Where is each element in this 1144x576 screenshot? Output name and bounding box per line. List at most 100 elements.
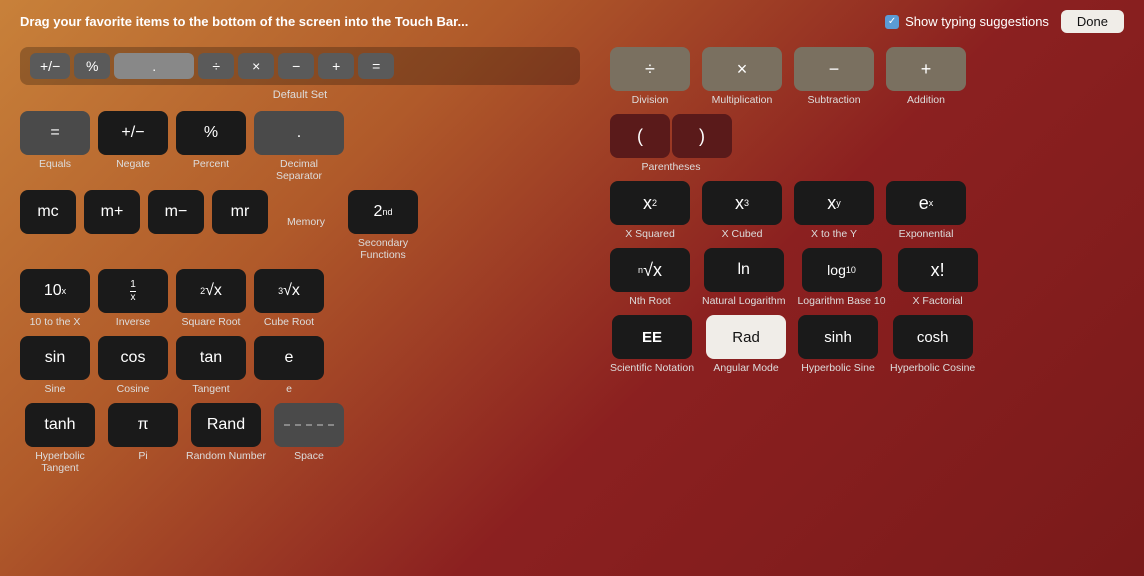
done-button[interactable]: Done [1061,10,1124,33]
ds-toggle-btn[interactable]: +/− [30,53,70,79]
parentheses-group: ( ) Parentheses [610,114,732,173]
left-paren-btn[interactable]: ( [610,114,670,158]
nthroot-btn[interactable]: n√x [610,248,690,292]
xsq-label: X Squared [625,228,675,240]
left-panel: +/− % . ÷ × − + = Default Set = Equals +… [20,47,580,482]
item-division: ÷ Division [610,47,690,106]
show-typing-label[interactable]: Show typing suggestions [885,14,1049,29]
item-xy: xy X to the Y [794,181,874,240]
pi-btn[interactable]: π [108,403,178,447]
ds-decimal-btn[interactable]: . [114,53,194,79]
header: Drag your favorite items to the bottom o… [0,0,1144,39]
main-content: +/− % . ÷ × − + = Default Set = Equals +… [0,39,1144,490]
xy-btn[interactable]: xy [794,181,874,225]
xcubed-label: X Cubed [722,228,763,240]
item-ee: EE Scientific Notation [610,315,694,374]
row-hyp2: tanh Hyperbolic Tangent π Pi Rand Random… [20,403,580,474]
inverse-label: Inverse [116,316,150,328]
ee-btn[interactable]: EE [612,315,692,359]
right-paren-btn[interactable]: ) [672,114,732,158]
cbrt-btn[interactable]: 3√x [254,269,324,313]
rad-label: Angular Mode [713,362,778,374]
item-addition: + Addition [886,47,966,106]
tan-btn[interactable]: tan [176,336,246,380]
10x-label: 10 to the X [30,316,81,328]
ds-percent-btn[interactable]: % [74,53,110,79]
item-10x: 10x 10 to the X [20,269,90,328]
log10-btn[interactable]: log10 [802,248,882,292]
ds-divide-btn[interactable]: ÷ [198,53,234,79]
cosh-btn[interactable]: cosh [893,315,973,359]
negate-btn[interactable]: +/− [98,111,168,155]
secondary-label: Secondary Functions [353,237,413,261]
division-btn[interactable]: ÷ [610,47,690,91]
item-percent: % Percent [176,111,246,170]
equals-btn[interactable]: = [20,111,90,155]
item-rand: Rand Random Number [186,403,266,462]
e-label: e [286,383,292,395]
item-multiplication: × Multiplication [702,47,782,106]
item-negate: +/− Negate [98,111,168,170]
space-btn[interactable] [274,403,344,447]
xcubed-btn[interactable]: x3 [702,181,782,225]
rand-label: Random Number [186,450,266,462]
cos-label: Cosine [117,383,150,395]
secondary-btn[interactable]: 2nd [348,190,418,234]
tanh-label: Hyperbolic Tangent [20,450,100,474]
cbrt-label: Cube Root [264,316,314,328]
item-subtraction: − Subtraction [794,47,874,106]
mplus-btn[interactable]: m+ [84,190,140,234]
rad-btn[interactable]: Rad [706,315,786,359]
cos-btn[interactable]: cos [98,336,168,380]
ds-equals-btn[interactable]: = [358,53,394,79]
item-log10: log10 Logarithm Base 10 [797,248,885,307]
mc-btn[interactable]: mc [20,190,76,234]
show-typing-checkbox[interactable] [885,15,899,29]
division-label: Division [632,94,669,106]
sin-btn[interactable]: sin [20,336,90,380]
multiplication-btn[interactable]: × [702,47,782,91]
right-panel: ÷ Division × Multiplication − Subtractio… [610,47,1124,482]
header-right: Show typing suggestions Done [885,10,1124,33]
right-row-ops: ÷ Division × Multiplication − Subtractio… [610,47,1124,106]
item-e: e e [254,336,324,395]
mr-btn[interactable]: mr [212,190,268,234]
sin-label: Sine [44,383,65,395]
item-tan: tan Tangent [176,336,246,395]
e-btn[interactable]: e [254,336,324,380]
decimal-label: Decimal Separator [259,158,339,182]
inverse-btn[interactable]: 1x [98,269,168,313]
percent-btn[interactable]: % [176,111,246,155]
memory-label: Memory [276,216,336,228]
mminus-btn[interactable]: m− [148,190,204,234]
item-space: Space [274,403,344,462]
sinh-btn[interactable]: sinh [798,315,878,359]
negate-label: Negate [116,158,150,170]
ds-subtract-btn[interactable]: − [278,53,314,79]
item-pi: π Pi [108,403,178,462]
xy-label: X to the Y [811,228,857,240]
xsq-btn[interactable]: x2 [610,181,690,225]
addition-btn[interactable]: + [886,47,966,91]
right-row-exp: x2 X Squared x3 X Cubed xy X to the Y ex… [610,181,1124,240]
item-cbrt: 3√x Cube Root [254,269,324,328]
exp-btn[interactable]: ex [886,181,966,225]
sqrt-btn[interactable]: 2√x [176,269,246,313]
item-tanh: tanh Hyperbolic Tangent [20,403,100,474]
item-nthroot: n√x Nth Root [610,248,690,307]
ds-add-btn[interactable]: + [318,53,354,79]
item-exp: ex Exponential [886,181,966,240]
subtraction-btn[interactable]: − [794,47,874,91]
rand-btn[interactable]: Rand [191,403,261,447]
ds-multiply-btn[interactable]: × [238,53,274,79]
item-mc: mc [20,190,76,234]
item-secondary: 2nd Secondary Functions [348,190,418,261]
item-xcubed: x3 X Cubed [702,181,782,240]
tanh-btn[interactable]: tanh [25,403,95,447]
10x-btn[interactable]: 10x [20,269,90,313]
factorial-btn[interactable]: x! [898,248,978,292]
item-inverse: 1x Inverse [98,269,168,328]
decimal-btn[interactable]: . [254,111,344,155]
ln-btn[interactable]: ln [704,248,784,292]
parentheses-label: Parentheses [642,161,701,173]
